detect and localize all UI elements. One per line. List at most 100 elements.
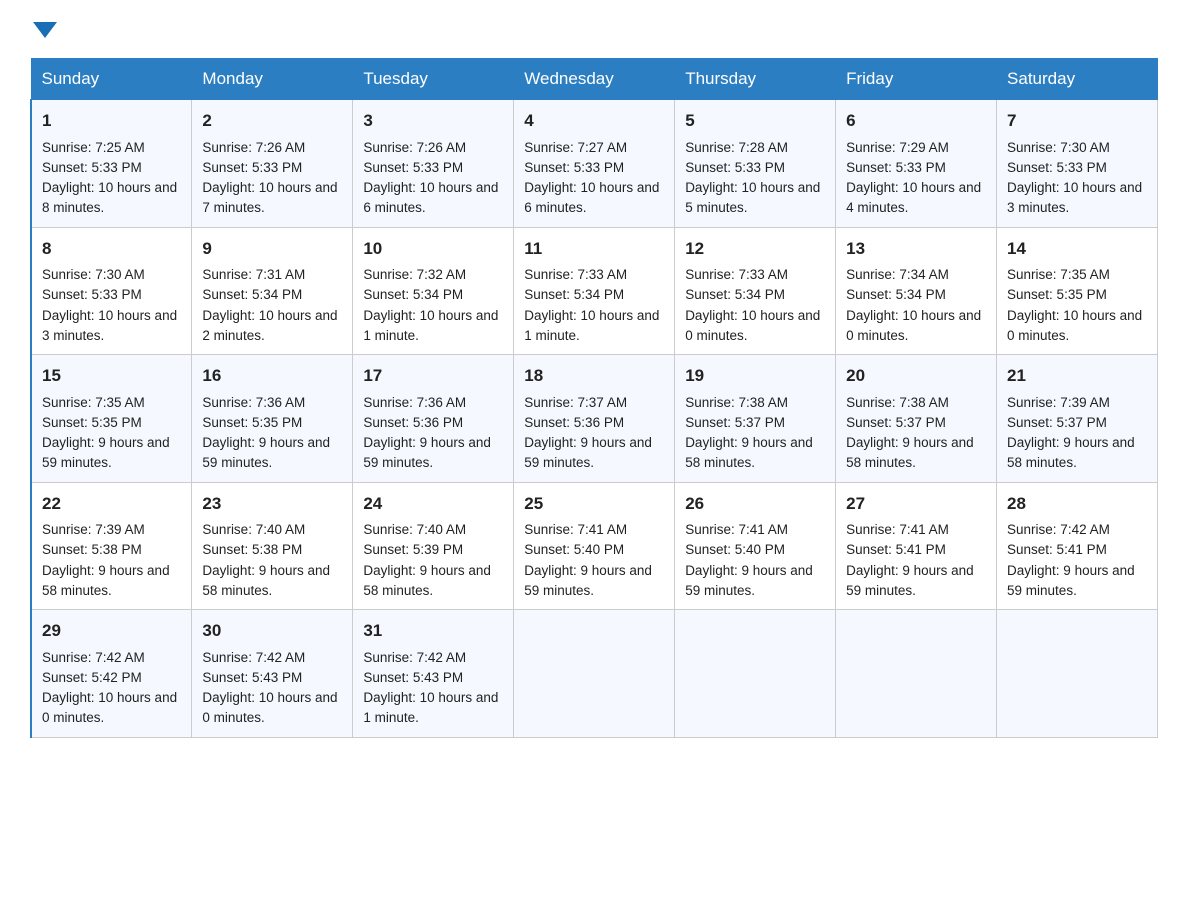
calendar-cell: 1 Sunrise: 7:25 AM Sunset: 5:33 PM Dayli… xyxy=(31,100,192,228)
calendar-cell: 18 Sunrise: 7:37 AM Sunset: 5:36 PM Dayl… xyxy=(514,355,675,483)
sunset-label: Sunset: 5:37 PM xyxy=(685,415,785,430)
sunrise-label: Sunrise: 7:29 AM xyxy=(846,140,949,155)
calendar-cell: 9 Sunrise: 7:31 AM Sunset: 5:34 PM Dayli… xyxy=(192,227,353,355)
week-row-2: 8 Sunrise: 7:30 AM Sunset: 5:33 PM Dayli… xyxy=(31,227,1158,355)
calendar-cell: 26 Sunrise: 7:41 AM Sunset: 5:40 PM Dayl… xyxy=(675,482,836,610)
day-number: 8 xyxy=(42,236,181,262)
weekday-header-thursday: Thursday xyxy=(675,59,836,100)
calendar-cell: 14 Sunrise: 7:35 AM Sunset: 5:35 PM Dayl… xyxy=(997,227,1158,355)
calendar-cell: 5 Sunrise: 7:28 AM Sunset: 5:33 PM Dayli… xyxy=(675,100,836,228)
calendar-cell: 6 Sunrise: 7:29 AM Sunset: 5:33 PM Dayli… xyxy=(836,100,997,228)
daylight-label: Daylight: 9 hours and 58 minutes. xyxy=(1007,435,1135,470)
sunrise-label: Sunrise: 7:38 AM xyxy=(846,395,949,410)
week-row-4: 22 Sunrise: 7:39 AM Sunset: 5:38 PM Dayl… xyxy=(31,482,1158,610)
sunset-label: Sunset: 5:35 PM xyxy=(202,415,302,430)
calendar-cell: 22 Sunrise: 7:39 AM Sunset: 5:38 PM Dayl… xyxy=(31,482,192,610)
sunrise-label: Sunrise: 7:39 AM xyxy=(1007,395,1110,410)
calendar-cell: 30 Sunrise: 7:42 AM Sunset: 5:43 PM Dayl… xyxy=(192,610,353,738)
sunrise-label: Sunrise: 7:40 AM xyxy=(202,522,305,537)
day-number: 31 xyxy=(363,618,503,644)
sunset-label: Sunset: 5:43 PM xyxy=(363,670,463,685)
day-number: 14 xyxy=(1007,236,1147,262)
sunset-label: Sunset: 5:33 PM xyxy=(363,160,463,175)
calendar-cell xyxy=(997,610,1158,738)
calendar-cell: 19 Sunrise: 7:38 AM Sunset: 5:37 PM Dayl… xyxy=(675,355,836,483)
day-number: 10 xyxy=(363,236,503,262)
sunset-label: Sunset: 5:33 PM xyxy=(1007,160,1107,175)
sunrise-label: Sunrise: 7:40 AM xyxy=(363,522,466,537)
daylight-label: Daylight: 10 hours and 0 minutes. xyxy=(42,690,177,725)
calendar-cell: 17 Sunrise: 7:36 AM Sunset: 5:36 PM Dayl… xyxy=(353,355,514,483)
calendar-cell xyxy=(514,610,675,738)
daylight-label: Daylight: 9 hours and 58 minutes. xyxy=(202,563,330,598)
day-number: 22 xyxy=(42,491,181,517)
sunset-label: Sunset: 5:37 PM xyxy=(846,415,946,430)
sunrise-label: Sunrise: 7:42 AM xyxy=(363,650,466,665)
day-number: 18 xyxy=(524,363,664,389)
sunset-label: Sunset: 5:34 PM xyxy=(685,287,785,302)
day-number: 16 xyxy=(202,363,342,389)
day-number: 9 xyxy=(202,236,342,262)
calendar-cell: 28 Sunrise: 7:42 AM Sunset: 5:41 PM Dayl… xyxy=(997,482,1158,610)
day-number: 20 xyxy=(846,363,986,389)
sunrise-label: Sunrise: 7:30 AM xyxy=(42,267,145,282)
daylight-label: Daylight: 10 hours and 0 minutes. xyxy=(202,690,337,725)
sunrise-label: Sunrise: 7:34 AM xyxy=(846,267,949,282)
daylight-label: Daylight: 10 hours and 4 minutes. xyxy=(846,180,981,215)
sunset-label: Sunset: 5:33 PM xyxy=(685,160,785,175)
daylight-label: Daylight: 9 hours and 59 minutes. xyxy=(1007,563,1135,598)
day-number: 15 xyxy=(42,363,181,389)
week-row-3: 15 Sunrise: 7:35 AM Sunset: 5:35 PM Dayl… xyxy=(31,355,1158,483)
daylight-label: Daylight: 10 hours and 6 minutes. xyxy=(363,180,498,215)
daylight-label: Daylight: 10 hours and 0 minutes. xyxy=(1007,308,1142,343)
daylight-label: Daylight: 9 hours and 58 minutes. xyxy=(846,435,974,470)
sunset-label: Sunset: 5:41 PM xyxy=(846,542,946,557)
daylight-label: Daylight: 10 hours and 1 minute. xyxy=(524,308,659,343)
day-number: 24 xyxy=(363,491,503,517)
day-number: 17 xyxy=(363,363,503,389)
sunset-label: Sunset: 5:38 PM xyxy=(202,542,302,557)
daylight-label: Daylight: 9 hours and 58 minutes. xyxy=(685,435,813,470)
logo-text xyxy=(30,20,57,38)
daylight-label: Daylight: 10 hours and 7 minutes. xyxy=(202,180,337,215)
sunrise-label: Sunrise: 7:30 AM xyxy=(1007,140,1110,155)
week-row-1: 1 Sunrise: 7:25 AM Sunset: 5:33 PM Dayli… xyxy=(31,100,1158,228)
sunrise-label: Sunrise: 7:37 AM xyxy=(524,395,627,410)
day-number: 23 xyxy=(202,491,342,517)
weekday-header-tuesday: Tuesday xyxy=(353,59,514,100)
calendar-cell: 8 Sunrise: 7:30 AM Sunset: 5:33 PM Dayli… xyxy=(31,227,192,355)
sunset-label: Sunset: 5:41 PM xyxy=(1007,542,1107,557)
sunrise-label: Sunrise: 7:42 AM xyxy=(202,650,305,665)
sunrise-label: Sunrise: 7:41 AM xyxy=(685,522,788,537)
daylight-label: Daylight: 10 hours and 0 minutes. xyxy=(685,308,820,343)
day-number: 6 xyxy=(846,108,986,134)
sunset-label: Sunset: 5:34 PM xyxy=(846,287,946,302)
sunset-label: Sunset: 5:40 PM xyxy=(685,542,785,557)
calendar-cell: 15 Sunrise: 7:35 AM Sunset: 5:35 PM Dayl… xyxy=(31,355,192,483)
sunset-label: Sunset: 5:33 PM xyxy=(202,160,302,175)
day-number: 30 xyxy=(202,618,342,644)
day-number: 25 xyxy=(524,491,664,517)
sunrise-label: Sunrise: 7:42 AM xyxy=(42,650,145,665)
calendar-cell: 10 Sunrise: 7:32 AM Sunset: 5:34 PM Dayl… xyxy=(353,227,514,355)
sunset-label: Sunset: 5:36 PM xyxy=(524,415,624,430)
sunrise-label: Sunrise: 7:33 AM xyxy=(685,267,788,282)
calendar-cell xyxy=(675,610,836,738)
calendar-cell: 21 Sunrise: 7:39 AM Sunset: 5:37 PM Dayl… xyxy=(997,355,1158,483)
sunset-label: Sunset: 5:40 PM xyxy=(524,542,624,557)
day-number: 5 xyxy=(685,108,825,134)
sunrise-label: Sunrise: 7:41 AM xyxy=(846,522,949,537)
sunset-label: Sunset: 5:43 PM xyxy=(202,670,302,685)
sunrise-label: Sunrise: 7:26 AM xyxy=(202,140,305,155)
sunset-label: Sunset: 5:33 PM xyxy=(42,160,142,175)
sunrise-label: Sunrise: 7:28 AM xyxy=(685,140,788,155)
calendar-cell: 11 Sunrise: 7:33 AM Sunset: 5:34 PM Dayl… xyxy=(514,227,675,355)
day-number: 19 xyxy=(685,363,825,389)
calendar-cell: 7 Sunrise: 7:30 AM Sunset: 5:33 PM Dayli… xyxy=(997,100,1158,228)
calendar-cell: 23 Sunrise: 7:40 AM Sunset: 5:38 PM Dayl… xyxy=(192,482,353,610)
calendar-cell: 31 Sunrise: 7:42 AM Sunset: 5:43 PM Dayl… xyxy=(353,610,514,738)
day-number: 28 xyxy=(1007,491,1147,517)
weekday-header-monday: Monday xyxy=(192,59,353,100)
calendar-cell: 13 Sunrise: 7:34 AM Sunset: 5:34 PM Dayl… xyxy=(836,227,997,355)
weekday-header-saturday: Saturday xyxy=(997,59,1158,100)
